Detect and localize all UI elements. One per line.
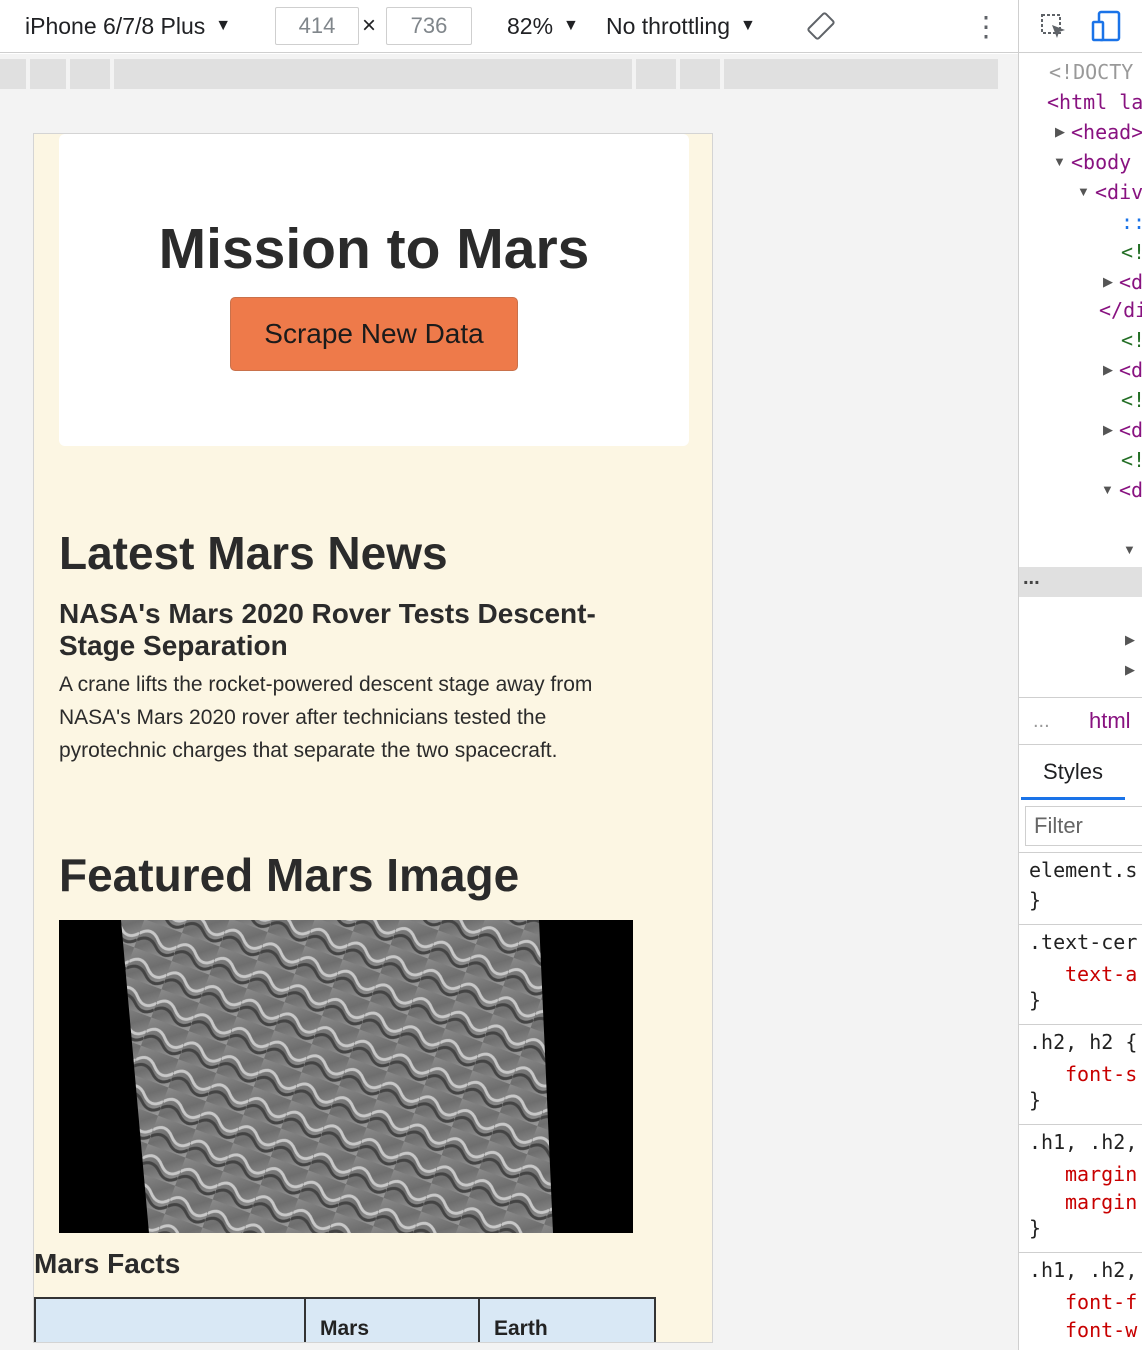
more-options-icon[interactable]: ⋮ — [972, 0, 1000, 52]
featured-mars-image — [59, 920, 633, 1233]
divider — [1019, 1252, 1142, 1253]
dom-node[interactable]: <! — [1121, 328, 1142, 352]
chevron-down-icon: ▼ — [740, 17, 756, 34]
css-brace: } — [1029, 1088, 1042, 1112]
dom-node[interactable]: <d — [1119, 418, 1142, 442]
collapse-triangle-icon[interactable]: ▼ — [1053, 154, 1066, 169]
css-selector[interactable]: .h1, .h2, — [1029, 1258, 1137, 1282]
devtools-toolbar — [1019, 0, 1142, 53]
table-divider — [304, 1299, 306, 1342]
device-viewport: Mission to Mars Scrape New Data Latest M… — [33, 133, 713, 1343]
device-toggle-icon[interactable] — [1091, 10, 1123, 47]
featured-heading: Featured Mars Image — [59, 849, 520, 901]
throttling-value: No throttling — [606, 12, 731, 39]
dom-node[interactable]: :: — [1121, 210, 1142, 234]
css-brace: } — [1029, 1216, 1042, 1240]
ruler-segment[interactable] — [724, 59, 998, 89]
dom-node[interactable]: <! — [1121, 388, 1142, 412]
collapse-triangle-icon[interactable]: ▼ — [1077, 184, 1090, 199]
scrape-button[interactable]: Scrape New Data — [230, 297, 518, 371]
css-selector[interactable]: .h2, h2 { — [1029, 1030, 1137, 1054]
divider — [1019, 1024, 1142, 1025]
page-title: Mission to Mars — [158, 217, 590, 281]
styles-filter-input[interactable]: Filter — [1025, 806, 1142, 846]
dom-node[interactable]: <html la — [1047, 90, 1142, 114]
css-selector[interactable]: element.s — [1029, 858, 1137, 882]
dom-node[interactable]: <d — [1119, 358, 1142, 382]
news-title: NASA's Mars 2020 Rover Tests Descent-Sta… — [59, 598, 596, 661]
collapse-triangle-icon[interactable]: ▼ — [1101, 482, 1114, 497]
ellipsis-label: ... — [1023, 567, 1040, 589]
news-body: A crane lifts the rocket-powered descent… — [59, 673, 593, 762]
dom-node[interactable]: <d — [1119, 478, 1142, 502]
divider — [1019, 852, 1142, 853]
rotate-icon[interactable] — [806, 0, 836, 52]
height-input[interactable]: 736 — [386, 7, 472, 45]
dom-node[interactable]: <! — [1121, 448, 1142, 472]
ruler-segment[interactable] — [70, 59, 110, 89]
css-property[interactable]: font-f — [1065, 1290, 1137, 1314]
expand-triangle-icon[interactable]: ▶ — [1103, 422, 1113, 438]
expand-triangle-icon[interactable]: ▶ — [1125, 632, 1135, 648]
css-property[interactable]: font-s — [1065, 1062, 1137, 1086]
dom-node[interactable]: <!DOCTY — [1049, 60, 1133, 84]
collapse-triangle-icon[interactable]: ▼ — [1123, 542, 1136, 557]
dom-node[interactable]: <! — [1121, 240, 1142, 264]
dom-node[interactable]: </di — [1099, 298, 1142, 322]
width-input[interactable]: 414 — [275, 7, 359, 45]
expand-triangle-icon[interactable]: ▶ — [1055, 124, 1065, 140]
divider — [1019, 1124, 1142, 1125]
expand-triangle-icon[interactable]: ▶ — [1103, 362, 1113, 378]
devtools-panel: <!DOCTY <html la ▶ <head> ▼ <body ▼ <div… — [1018, 0, 1142, 1350]
css-property[interactable]: text-a — [1065, 962, 1137, 986]
breadcrumb-more[interactable]: ... — [1033, 710, 1050, 733]
breadcrumb-html[interactable]: html — [1089, 708, 1131, 734]
ruler-segment[interactable] — [30, 59, 66, 89]
device-toolbar: iPhone 6/7/8 Plus ▼ 414 × 736 82% ▼ No t… — [0, 0, 1018, 53]
media-query-bar — [0, 54, 1018, 92]
dom-node[interactable]: <body — [1071, 150, 1131, 174]
ruler-segment[interactable] — [680, 59, 720, 89]
css-property[interactable]: margin — [1065, 1190, 1137, 1214]
ruler-segment[interactable] — [0, 59, 26, 89]
expand-triangle-icon[interactable]: ▶ — [1125, 662, 1135, 678]
dom-node[interactable]: <div — [1095, 180, 1142, 204]
css-property[interactable]: margin — [1065, 1162, 1137, 1186]
zoom-value: 82% — [507, 12, 554, 39]
ruler-segment[interactable] — [114, 59, 632, 89]
selected-dom-row[interactable]: ... — [1019, 567, 1142, 597]
chevron-down-icon: ▼ — [215, 17, 232, 34]
dom-node[interactable]: <d — [1119, 270, 1142, 294]
facts-table: Mars Earth — [34, 1297, 656, 1342]
chevron-down-icon: ▼ — [563, 17, 579, 34]
facts-heading: Mars Facts — [34, 1248, 181, 1279]
css-selector[interactable]: .text-cer — [1029, 930, 1137, 954]
facts-column-header: Mars — [320, 1317, 370, 1340]
dom-node[interactable]: <head> — [1071, 120, 1142, 144]
news-heading: Latest Mars News — [59, 527, 448, 579]
device-select[interactable]: iPhone 6/7/8 Plus ▼ — [25, 0, 231, 52]
tab-styles[interactable]: Styles — [1021, 746, 1125, 800]
breadcrumb: ... html — [1019, 697, 1142, 745]
zoom-select[interactable]: 82% ▼ — [507, 0, 579, 52]
device-name: iPhone 6/7/8 Plus — [25, 12, 206, 39]
expand-triangle-icon[interactable]: ▶ — [1103, 274, 1113, 290]
throttling-select[interactable]: No throttling ▼ — [606, 0, 756, 52]
facts-column-header: Earth — [494, 1317, 548, 1340]
css-brace: } — [1029, 988, 1042, 1012]
divider — [1019, 924, 1142, 925]
css-property[interactable]: font-w — [1065, 1318, 1137, 1342]
inspect-element-icon[interactable] — [1039, 12, 1069, 47]
times-separator: × — [362, 12, 377, 39]
css-brace: } — [1029, 888, 1042, 912]
ruler-segment[interactable] — [636, 59, 676, 89]
css-selector[interactable]: .h1, .h2, — [1029, 1130, 1137, 1154]
jumbotron: Mission to Mars Scrape New Data — [59, 134, 689, 446]
table-divider — [478, 1299, 480, 1342]
